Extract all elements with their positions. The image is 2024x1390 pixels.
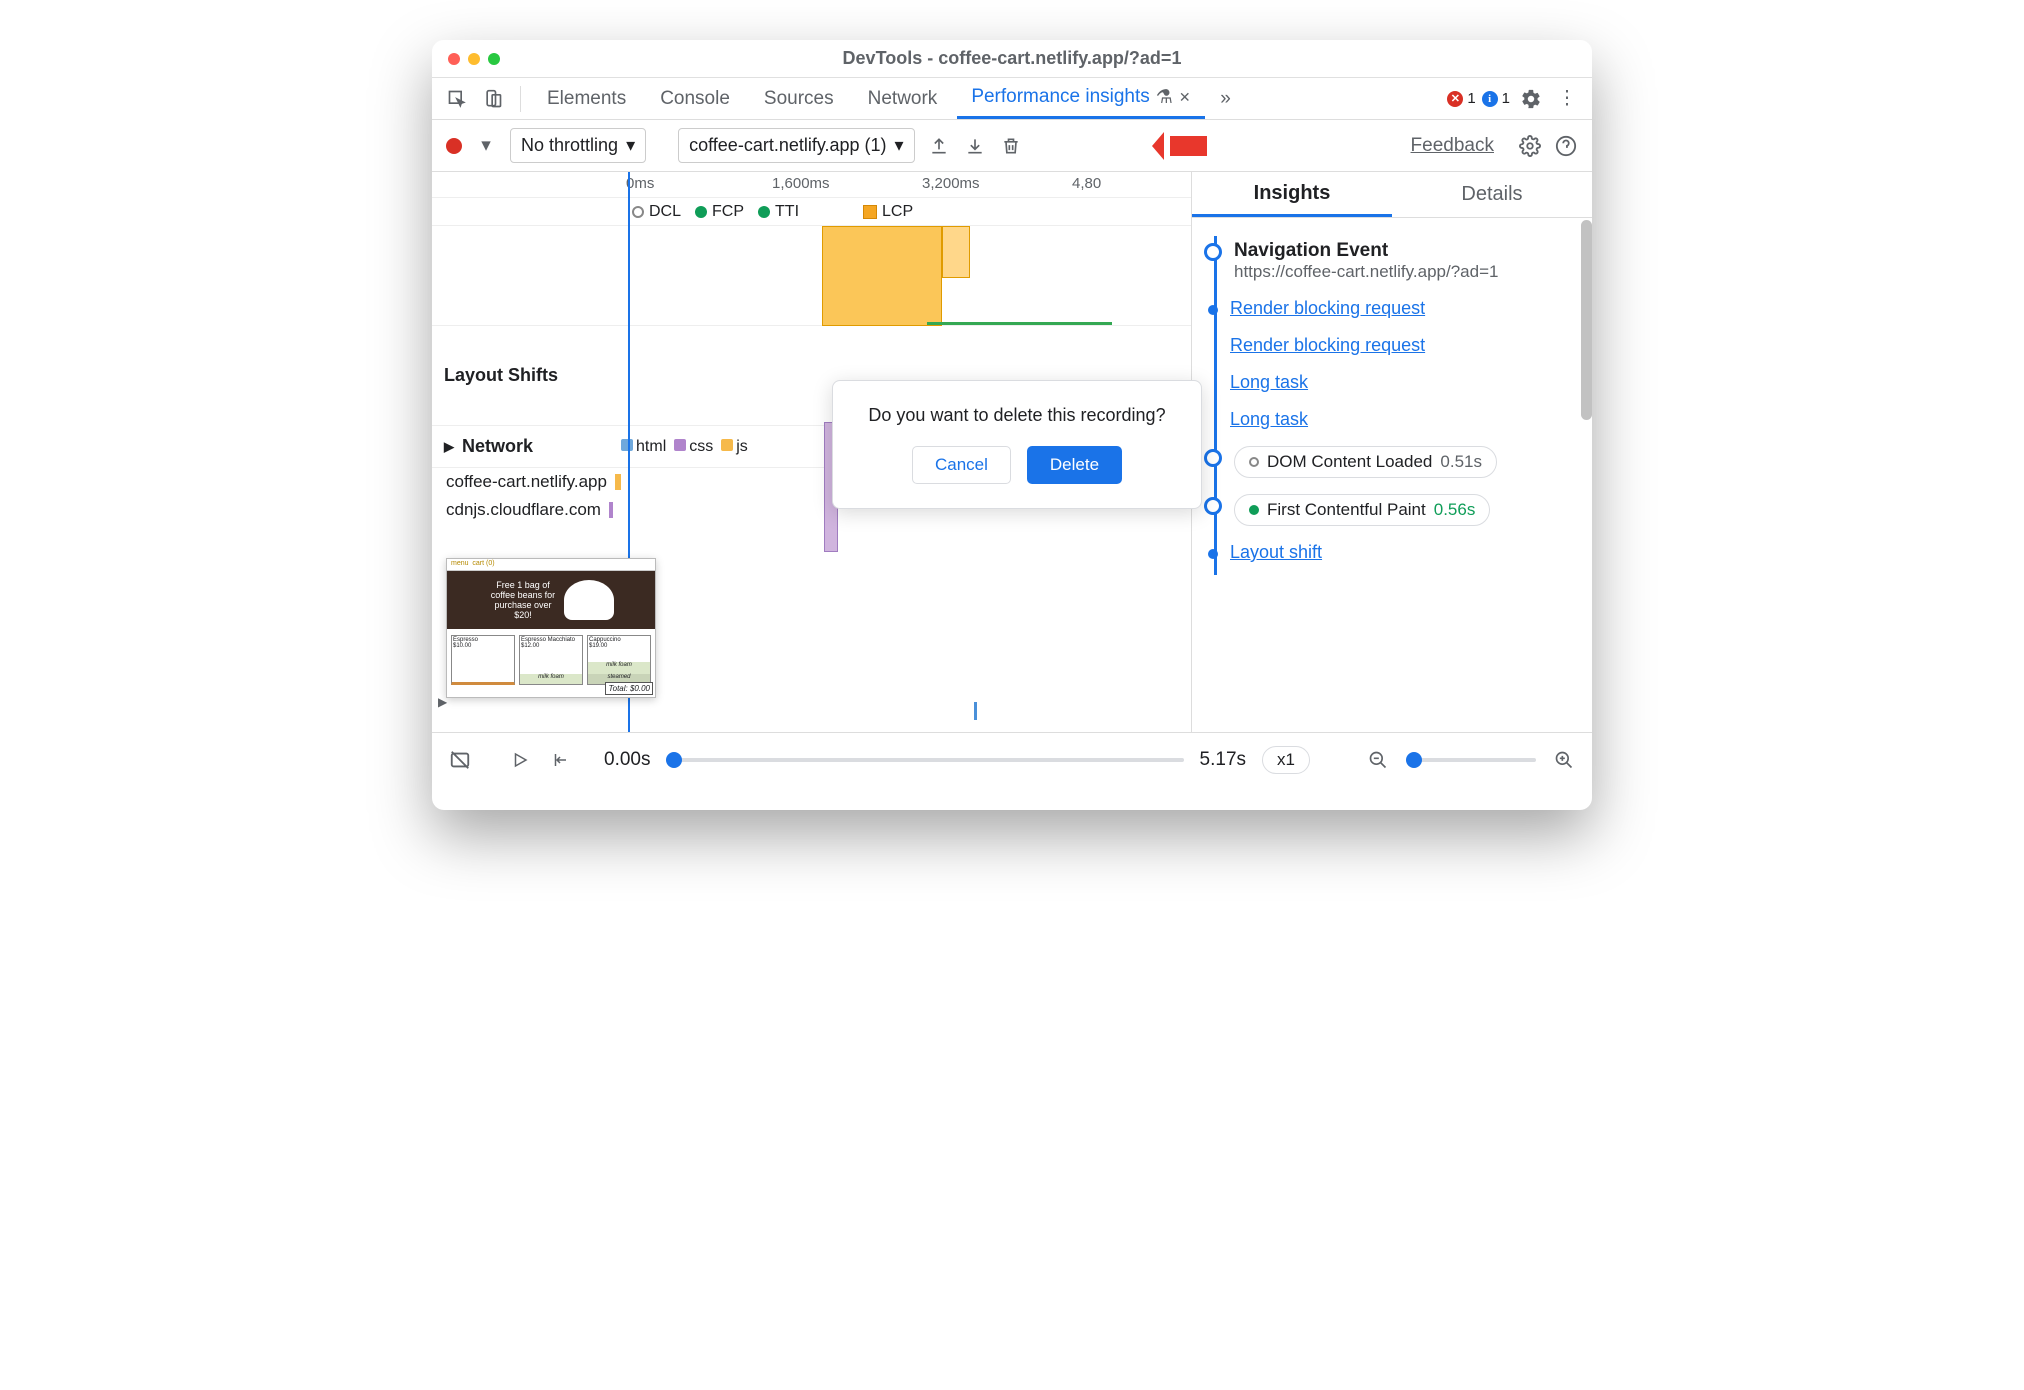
window-title: DevTools - coffee-cart.netlify.app/?ad=1 — [843, 48, 1182, 69]
rewind-icon[interactable] — [548, 748, 572, 772]
insight-render-blocking[interactable]: Render blocking request — [1192, 290, 1592, 327]
record-dropdown[interactable]: ▾ — [474, 134, 498, 158]
maximize-window[interactable] — [488, 53, 500, 65]
insight-long-task[interactable]: Long task — [1192, 401, 1592, 438]
close-window[interactable] — [448, 53, 460, 65]
delete-icon[interactable] — [999, 134, 1023, 158]
flask-icon: ⚗ — [1156, 86, 1173, 109]
tab-insights[interactable]: Insights — [1192, 172, 1392, 217]
titlebar: DevTools - coffee-cart.netlify.app/?ad=1 — [432, 40, 1592, 78]
tab-elements[interactable]: Elements — [533, 78, 640, 119]
insight-render-blocking[interactable]: Render blocking request — [1192, 327, 1592, 364]
overview-strip[interactable] — [432, 226, 1191, 326]
marker-tti[interactable]: TTI — [758, 203, 799, 221]
zoom-out-icon[interactable] — [1366, 748, 1390, 772]
zoom-slider[interactable] — [1406, 758, 1536, 762]
marker-dcl[interactable]: DCL — [632, 203, 681, 221]
cancel-button[interactable]: Cancel — [912, 446, 1011, 484]
feedback-link[interactable]: Feedback — [1411, 135, 1494, 157]
inspect-icon[interactable] — [446, 88, 468, 110]
close-tab-icon[interactable]: ✕ — [1179, 89, 1191, 106]
device-icon[interactable] — [482, 88, 504, 110]
playback-speed[interactable]: x1 — [1262, 746, 1310, 774]
tab-details[interactable]: Details — [1392, 172, 1592, 217]
minimize-window[interactable] — [468, 53, 480, 65]
tick-marker — [974, 702, 977, 720]
toolbar-settings-icon[interactable] — [1518, 134, 1542, 158]
playback-slider[interactable] — [666, 758, 1183, 762]
insight-navigation[interactable]: Navigation Eventhttps://coffee-cart.netl… — [1192, 232, 1592, 290]
tab-console[interactable]: Console — [646, 78, 744, 119]
insight-long-task[interactable]: Long task — [1192, 364, 1592, 401]
screenshots-toggle-icon[interactable] — [448, 748, 472, 772]
info-badge[interactable]: i1 — [1482, 90, 1510, 107]
insight-fcp[interactable]: First Contentful Paint 0.56s — [1192, 486, 1592, 534]
record-button[interactable] — [446, 138, 462, 154]
errors-badge[interactable]: ✕1 — [1447, 90, 1475, 107]
kebab-icon[interactable]: ⋮ — [1556, 88, 1578, 110]
insight-layout-shift[interactable]: Layout shift — [1192, 534, 1592, 571]
insight-dcl[interactable]: DOM Content Loaded 0.51s — [1192, 438, 1592, 486]
play-icon[interactable] — [508, 748, 532, 772]
tab-network[interactable]: Network — [854, 78, 952, 119]
marker-fcp[interactable]: FCP — [695, 203, 744, 221]
main-tabs: Elements Console Sources Network Perform… — [432, 78, 1592, 120]
time-ruler: 0ms 1,600ms 3,200ms 4,80 — [432, 172, 1191, 198]
playback-end-time: 5.17s — [1200, 749, 1246, 771]
markers-row: DCL FCP TTI LCP — [432, 198, 1191, 226]
recording-select[interactable]: coffee-cart.netlify.app (1)▾ — [678, 128, 914, 163]
delete-confirm-dialog: Do you want to delete this recording? Ca… — [832, 380, 1202, 509]
screenshot-thumbnail: menu cart (0) Free 1 bag of coffee beans… — [446, 558, 656, 698]
delete-button[interactable]: Delete — [1027, 446, 1122, 484]
playback-start-time: 0.00s — [604, 749, 650, 771]
tab-performance-insights[interactable]: Performance insights ⚗ ✕ — [957, 78, 1204, 119]
upload-icon[interactable] — [927, 134, 951, 158]
toolbar: ▾ No throttling▾ coffee-cart.netlify.app… — [432, 120, 1592, 172]
more-tabs-icon[interactable]: » — [1215, 88, 1237, 110]
throttling-select[interactable]: No throttling▾ — [510, 128, 646, 163]
insights-panel: Insights Details Navigation Eventhttps:/… — [1192, 172, 1592, 732]
tab-sources[interactable]: Sources — [750, 78, 848, 119]
playback-bar: 0.00s 5.17s x1 — [432, 732, 1592, 786]
zoom-in-icon[interactable] — [1552, 748, 1576, 772]
dialog-message: Do you want to delete this recording? — [857, 405, 1177, 426]
marker-lcp[interactable]: LCP — [863, 203, 913, 221]
settings-icon[interactable] — [1520, 88, 1542, 110]
annotation-arrow — [1152, 122, 1210, 176]
help-icon[interactable] — [1554, 134, 1578, 158]
download-icon[interactable] — [963, 134, 987, 158]
